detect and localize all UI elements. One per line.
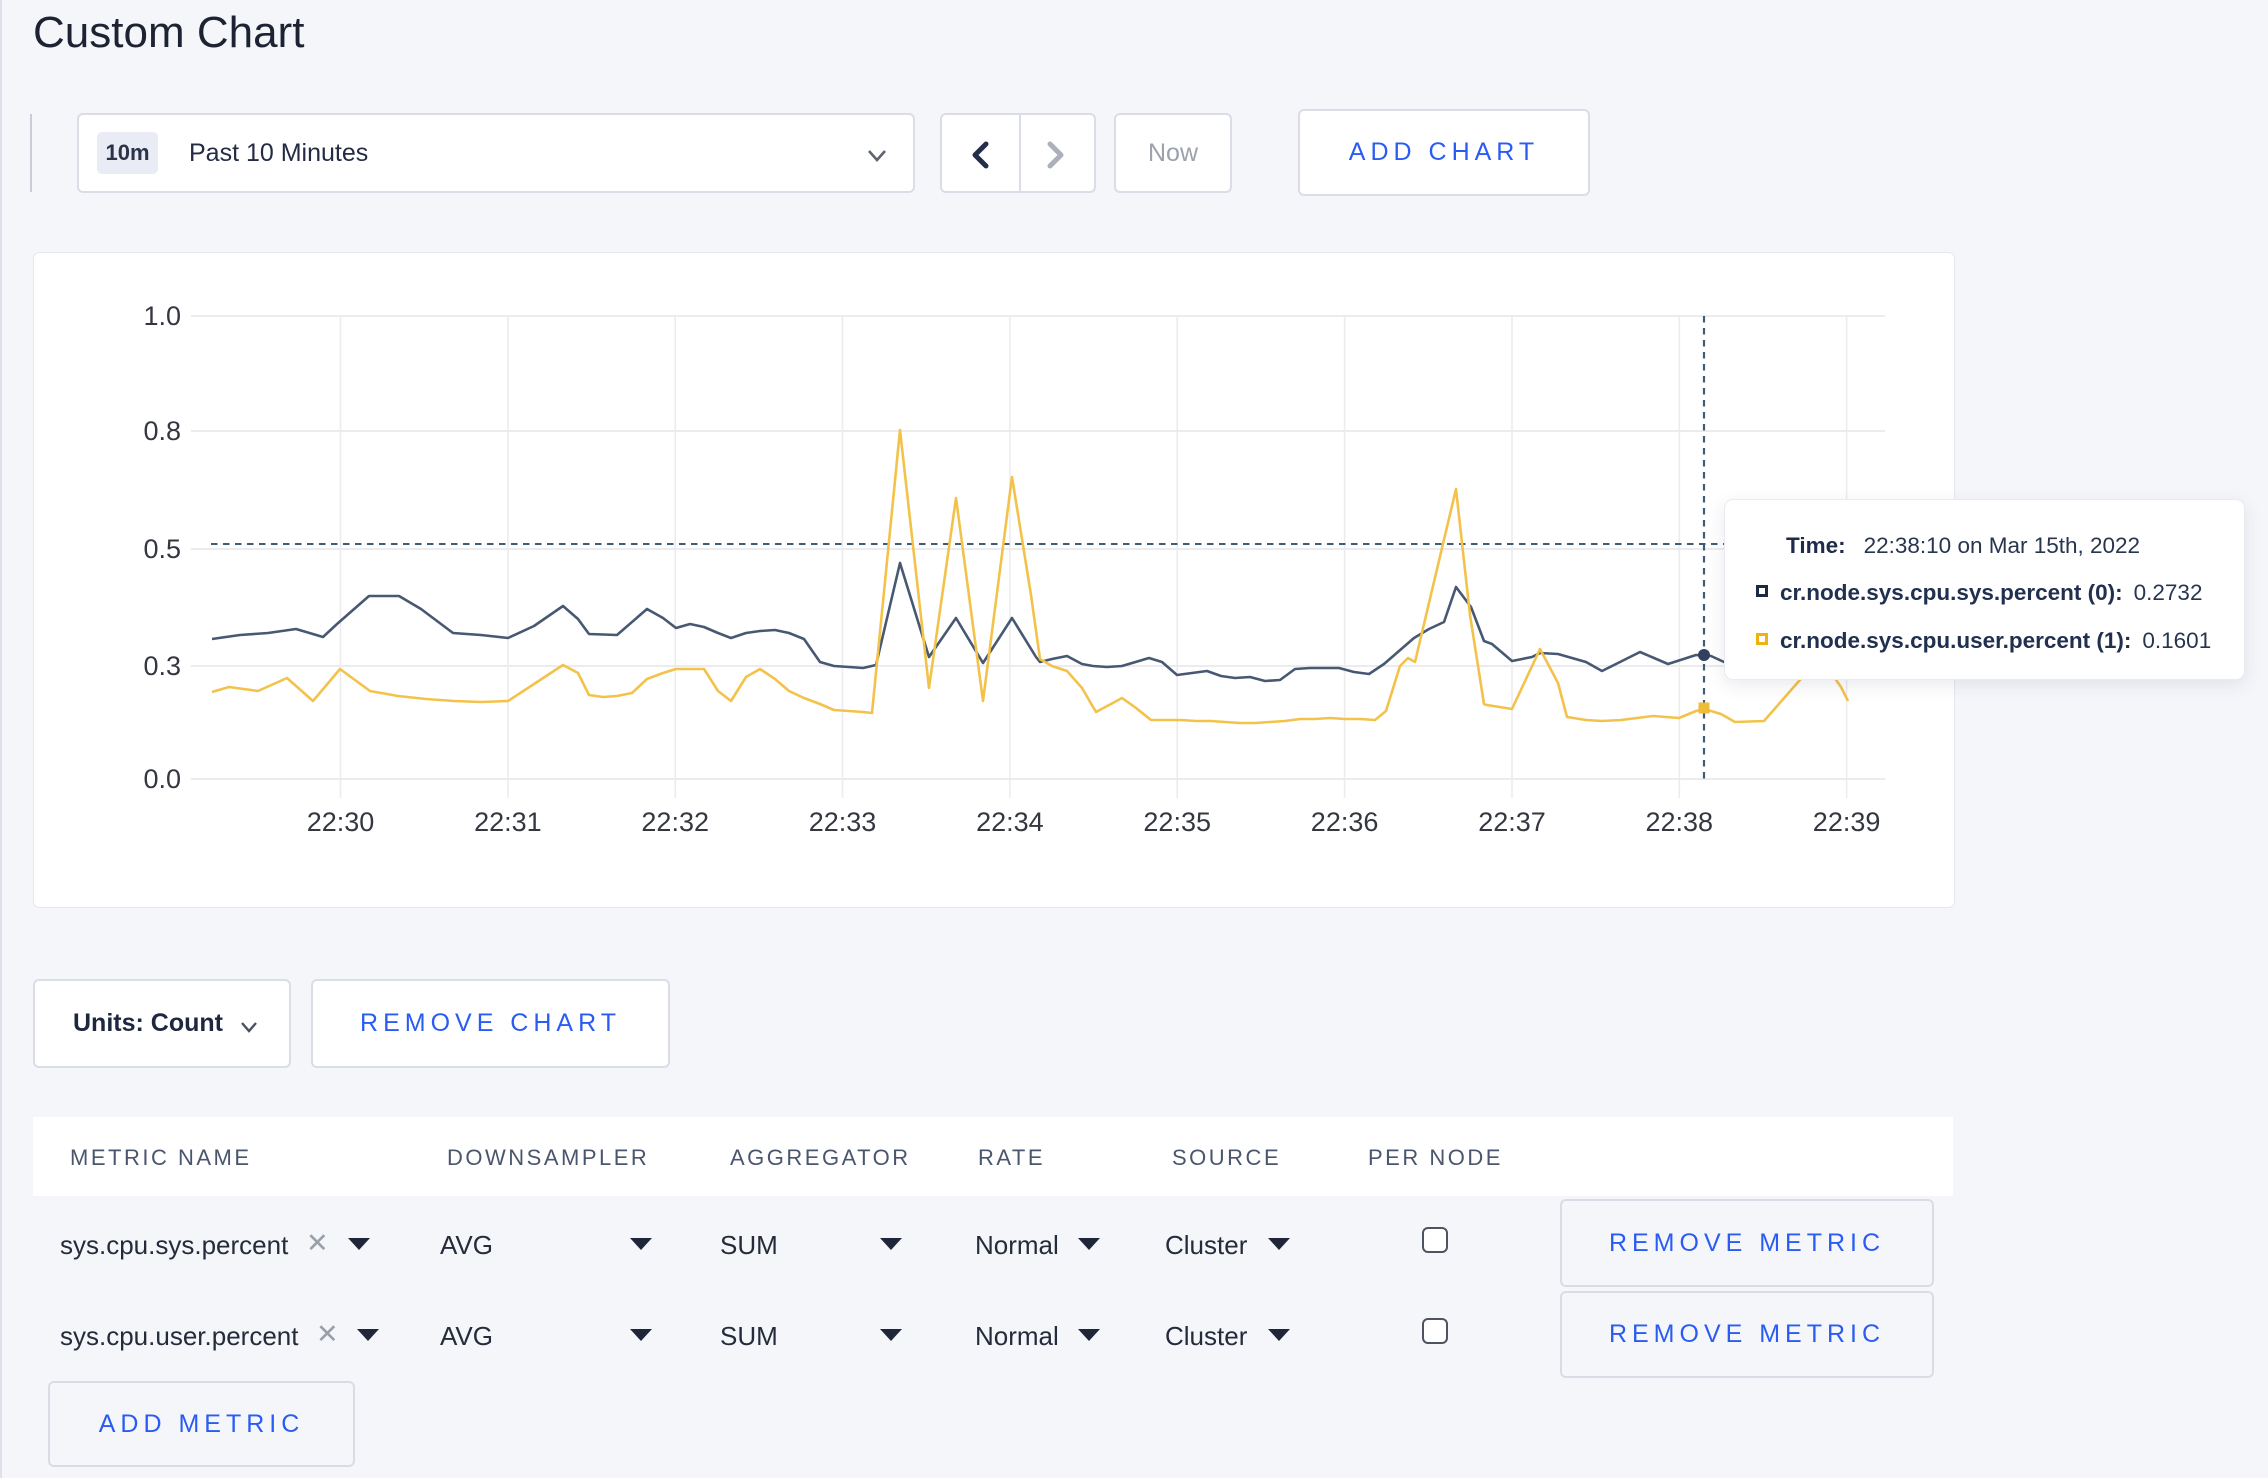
- svg-text:22:39: 22:39: [1813, 807, 1881, 837]
- svg-text:22:36: 22:36: [1311, 807, 1379, 837]
- svg-text:22:32: 22:32: [641, 807, 709, 837]
- svg-text:22:31: 22:31: [474, 807, 542, 837]
- svg-text:22:37: 22:37: [1478, 807, 1546, 837]
- svg-text:0.0: 0.0: [143, 764, 181, 794]
- svg-text:22:34: 22:34: [976, 807, 1044, 837]
- svg-text:0.8: 0.8: [143, 416, 181, 446]
- svg-text:22:33: 22:33: [809, 807, 877, 837]
- svg-text:1.0: 1.0: [143, 301, 181, 331]
- svg-text:22:35: 22:35: [1143, 807, 1211, 837]
- svg-text:0.3: 0.3: [143, 651, 181, 681]
- svg-text:22:30: 22:30: [307, 807, 375, 837]
- svg-text:22:38: 22:38: [1646, 807, 1714, 837]
- svg-text:0.5: 0.5: [143, 534, 181, 564]
